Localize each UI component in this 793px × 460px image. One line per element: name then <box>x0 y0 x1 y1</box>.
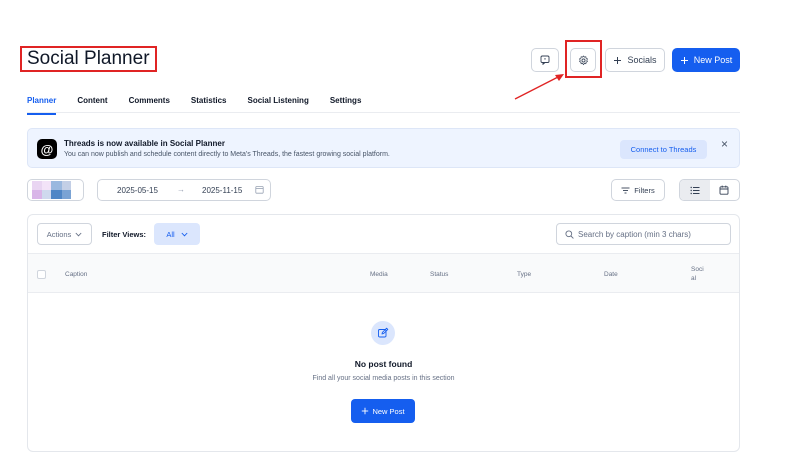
search-input[interactable]: Search by caption (min 3 chars) <box>556 223 731 245</box>
edit-icon <box>371 321 395 345</box>
posts-table-card: Actions Filter Views: All Search by capt… <box>27 214 740 452</box>
page-title: Social Planner <box>20 46 157 72</box>
list-view-button[interactable] <box>680 180 710 200</box>
filter-view-value: All <box>166 229 175 239</box>
account-avatar[interactable] <box>27 179 84 201</box>
empty-state-new-post-label: New Post <box>372 406 405 416</box>
column-media: Media <box>370 271 388 278</box>
new-post-label: New Post <box>693 55 733 65</box>
plus-icon <box>362 407 369 415</box>
tabs-divider <box>27 112 740 113</box>
threads-banner: @ Threads is now available in Social Pla… <box>27 128 740 168</box>
threads-logo: @ <box>37 139 57 159</box>
filter-icon <box>621 187 630 193</box>
select-all-checkbox[interactable] <box>37 270 46 279</box>
new-post-button[interactable]: New Post <box>672 48 740 72</box>
list-view-icon <box>690 186 700 194</box>
connect-threads-button[interactable]: Connect to Threads <box>620 140 707 159</box>
column-status: Status <box>430 271 449 278</box>
column-type: Type <box>517 271 532 278</box>
search-placeholder: Search by caption (min 3 chars) <box>578 229 691 239</box>
banner-text: You can now publish and schedule content… <box>64 151 390 158</box>
add-socials-button[interactable]: Socials <box>605 48 665 72</box>
plus-icon <box>614 56 622 64</box>
filters-label: Filters <box>634 185 655 195</box>
plus-icon <box>680 56 688 64</box>
date-range-picker[interactable]: 2025-05-15 → 2025-11-15 <box>97 179 271 201</box>
search-icon <box>565 229 574 239</box>
column-social: Soci al <box>691 266 704 282</box>
table-header: Caption Media Status Type Date Soci al <box>28 253 739 293</box>
annotation-arrow <box>514 74 564 100</box>
column-caption: Caption <box>65 271 88 278</box>
empty-state-new-post-button[interactable]: New Post <box>351 399 415 423</box>
actions-dropdown[interactable]: Actions <box>37 223 92 245</box>
feedback-icon <box>540 55 550 65</box>
socials-label: Socials <box>627 55 657 65</box>
filters-button[interactable]: Filters <box>611 179 665 201</box>
arrow-right-icon: → <box>177 185 185 194</box>
chevron-down-icon <box>181 232 188 236</box>
calendar-icon <box>255 186 264 194</box>
chevron-down-icon <box>75 232 82 236</box>
calendar-view-button[interactable] <box>710 180 740 200</box>
close-icon[interactable]: × <box>721 137 728 151</box>
calendar-view-icon <box>719 185 729 195</box>
settings-highlight-box <box>565 40 602 78</box>
date-to: 2025-11-15 <box>202 186 243 195</box>
view-toggle <box>679 179 740 201</box>
actions-label: Actions <box>46 229 72 239</box>
empty-state-title: No post found <box>354 359 413 369</box>
column-date: Date <box>604 271 618 278</box>
feedback-button[interactable] <box>531 48 559 72</box>
empty-state-subtitle: Find all your social media posts in this… <box>312 375 455 382</box>
date-from: 2025-05-15 <box>117 186 158 195</box>
filter-view-select[interactable]: All <box>154 223 200 245</box>
filter-views-label: Filter Views: <box>102 230 147 239</box>
banner-title: Threads is now available in Social Plann… <box>64 139 225 148</box>
